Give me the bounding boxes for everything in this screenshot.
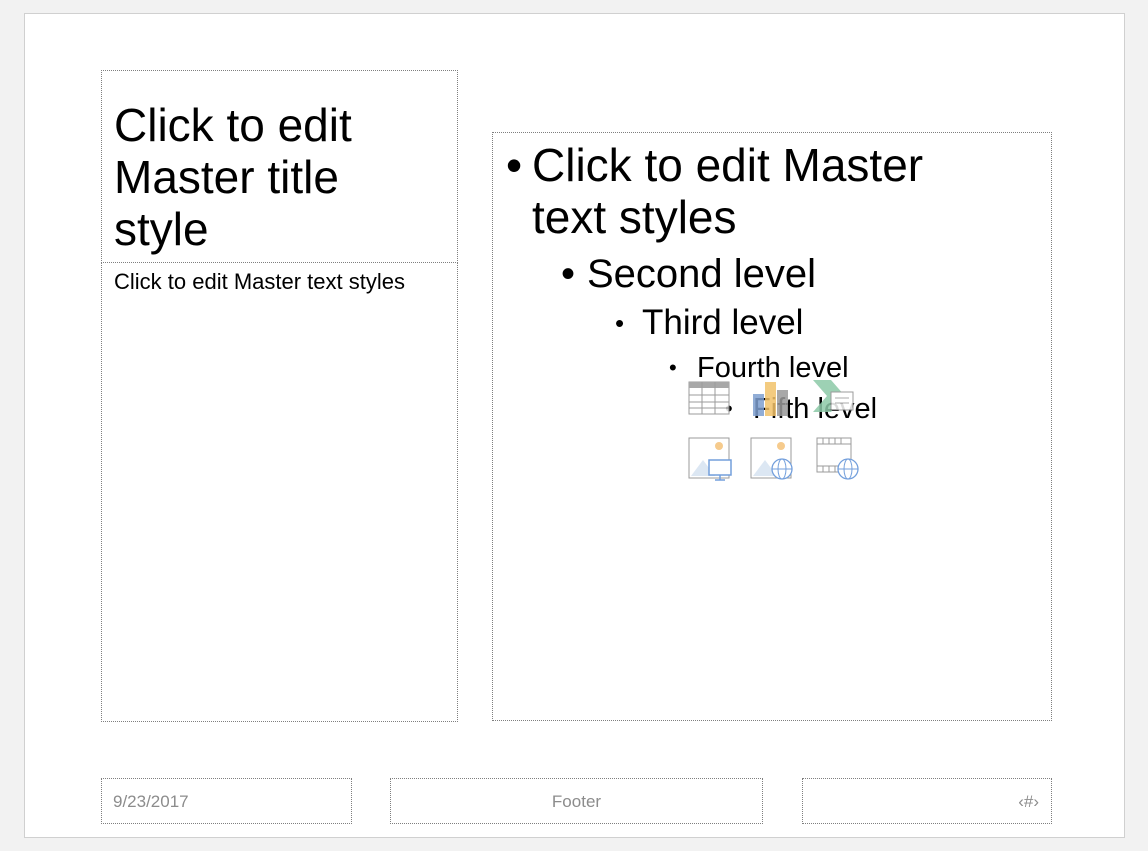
level4-bullet: •	[669, 355, 677, 380]
chart-icon[interactable]	[749, 376, 795, 422]
online-pictures-icon[interactable]	[749, 436, 795, 482]
level1-bullet: •	[506, 139, 523, 191]
footer-text: Footer	[551, 792, 602, 811]
content-level1-text: Click to edit Master text styles	[532, 139, 924, 243]
slide-master-canvas[interactable]: Click to edit Master title style Click t…	[24, 13, 1125, 838]
smartart-icon[interactable]	[811, 376, 857, 422]
pictures-icon[interactable]	[687, 436, 733, 482]
content-level3-text: Third level	[642, 303, 804, 342]
level2-bullet: •	[561, 252, 576, 296]
title-placeholder-text: Click to edit Master title style	[114, 99, 352, 255]
left-text-placeholder-text: Click to edit Master text styles	[114, 269, 405, 294]
online-video-icon[interactable]	[815, 436, 861, 482]
title-placeholder[interactable]: Click to edit Master title style	[101, 70, 458, 263]
content-level2-text: Second level	[587, 252, 817, 296]
date-placeholder[interactable]: 9/23/2017	[101, 778, 352, 824]
table-icon[interactable]	[687, 376, 733, 422]
level3-bullet: •	[615, 308, 625, 338]
content-placeholder[interactable]: • Click to edit Master text styles • Sec…	[492, 132, 1052, 721]
left-text-placeholder[interactable]: Click to edit Master text styles	[101, 262, 458, 722]
footer-placeholder[interactable]: Footer	[390, 778, 763, 824]
insert-content-icons	[687, 376, 867, 486]
slide-number-placeholder[interactable]: ‹#›	[802, 778, 1052, 824]
slide-number-text: ‹#›	[1018, 792, 1039, 811]
date-text: 9/23/2017	[113, 792, 189, 811]
